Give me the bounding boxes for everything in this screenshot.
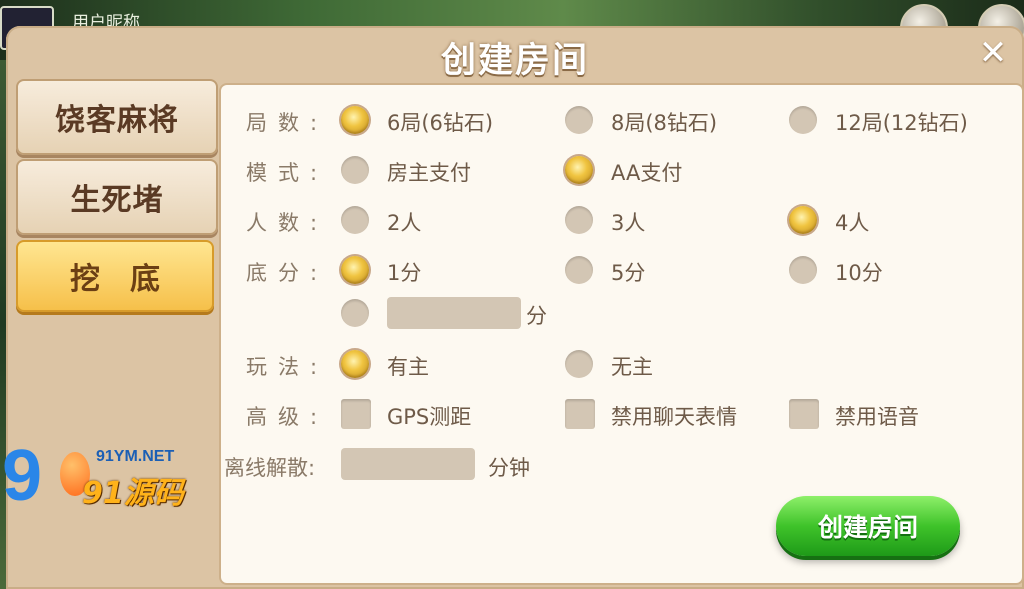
base-score-radio-1[interactable]: [341, 256, 369, 284]
rounds-radio-12[interactable]: [789, 106, 817, 134]
mode-option-owner-pay[interactable]: 房主支付: [387, 157, 471, 187]
base-score-option-1[interactable]: 1分: [387, 257, 421, 287]
advanced-label: 高级:: [246, 405, 329, 429]
base-score-radio-custom[interactable]: [341, 299, 369, 327]
rounds-radio-6[interactable]: [341, 106, 369, 134]
play-option-with-trump[interactable]: 有主: [387, 351, 429, 381]
disable-voice-checkbox[interactable]: [789, 399, 819, 429]
players-option-4[interactable]: 4人: [835, 207, 869, 237]
disable-chat-emoji-option[interactable]: 禁用聊天表情: [611, 401, 737, 431]
players-radio-3[interactable]: [565, 206, 593, 234]
watermark-digit: 9: [2, 436, 43, 516]
mode-option-aa-pay[interactable]: AA支付: [611, 157, 682, 187]
play-option-no-trump[interactable]: 无主: [611, 351, 653, 381]
watermark-brand: 91源码: [82, 476, 184, 511]
base-score-radio-5[interactable]: [565, 256, 593, 284]
rounds-label: 局数:: [246, 111, 329, 135]
watermark-url: 91YM.NET: [96, 448, 175, 465]
mode-radio-aa-pay[interactable]: [565, 156, 593, 184]
rounds-option-12[interactable]: 12局(12钻石): [835, 107, 968, 137]
dissolve-label: 离线解散:: [224, 456, 316, 480]
dialog-title: 创建房间: [440, 41, 589, 81]
players-label: 人数:: [246, 211, 329, 235]
players-option-2[interactable]: 2人: [387, 207, 421, 237]
disable-voice-option[interactable]: 禁用语音: [835, 401, 919, 431]
custom-base-score-suffix: 分: [526, 304, 547, 328]
base-score-option-5[interactable]: 5分: [611, 257, 645, 287]
create-room-button[interactable]: 创建房间: [776, 496, 960, 556]
gps-checkbox[interactable]: [341, 399, 371, 429]
gps-option[interactable]: GPS测距: [387, 401, 471, 431]
dissolve-minutes-suffix: 分钟: [488, 456, 530, 480]
dissolve-minutes-input[interactable]: [341, 448, 475, 480]
mode-radio-owner-pay[interactable]: [341, 156, 369, 184]
play-radio-no-trump[interactable]: [565, 350, 593, 378]
tab-wadi[interactable]: 挖底: [16, 240, 214, 312]
rounds-option-6[interactable]: 6局(6钻石): [387, 107, 493, 137]
tab-raoke-mahjong[interactable]: 饶客麻将: [16, 79, 218, 155]
players-radio-2[interactable]: [341, 206, 369, 234]
base-score-radio-10[interactable]: [789, 256, 817, 284]
rounds-radio-8[interactable]: [565, 106, 593, 134]
play-radio-with-trump[interactable]: [341, 350, 369, 378]
base-score-option-10[interactable]: 10分: [835, 257, 883, 287]
site-watermark-logo: 9 91YM.NET 91源码: [0, 440, 210, 516]
close-icon[interactable]: ✕: [976, 36, 1010, 70]
play-label: 玩法:: [246, 355, 329, 379]
players-radio-4[interactable]: [789, 206, 817, 234]
base-score-label: 底分:: [246, 261, 329, 285]
tab-shengsidu[interactable]: 生死堵: [16, 159, 218, 235]
custom-base-score-input[interactable]: [387, 297, 521, 329]
players-option-3[interactable]: 3人: [611, 207, 645, 237]
mode-label: 模式:: [246, 161, 329, 185]
rounds-option-8[interactable]: 8局(8钻石): [611, 107, 717, 137]
disable-chat-emoji-checkbox[interactable]: [565, 399, 595, 429]
